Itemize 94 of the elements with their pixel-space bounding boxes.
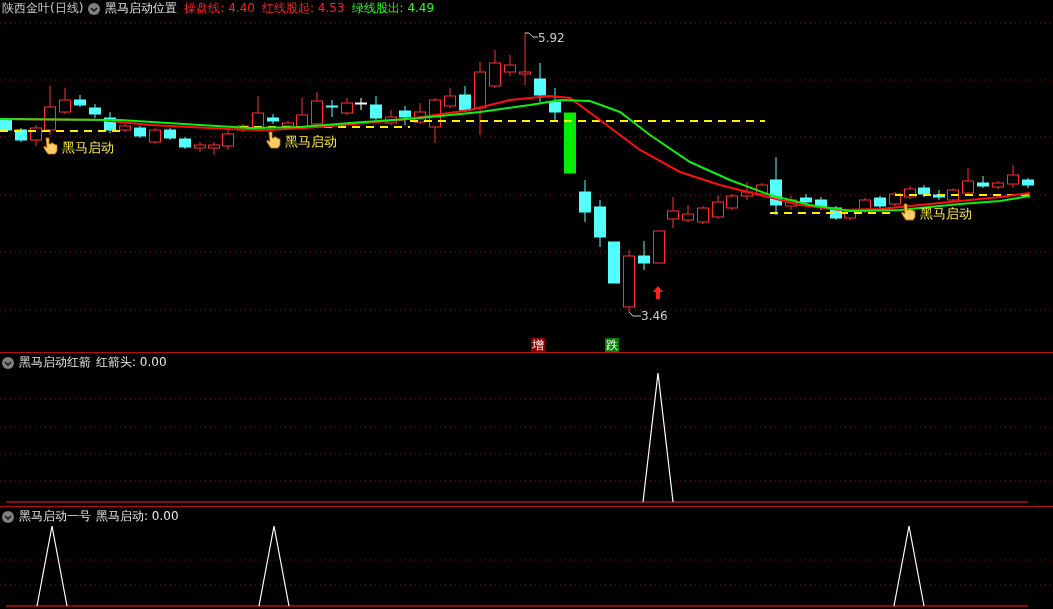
candlestick [459, 85, 471, 113]
pane-indicator-name: 黑马启动红箭 [19, 354, 91, 371]
leader-line [524, 32, 539, 38]
candlestick [756, 182, 768, 197]
candlestick [534, 62, 546, 103]
candlestick [208, 141, 220, 156]
signal-marker: 增 [531, 338, 545, 352]
candlestick [623, 249, 635, 313]
candlestick [311, 91, 323, 127]
candlestick [296, 97, 308, 131]
pane-reading: 黑马启动: 0.00 [96, 508, 179, 525]
indicator-reading: 红线股起: 4.53 [261, 0, 345, 17]
candlestick [608, 241, 620, 284]
candlestick [859, 197, 871, 214]
indicator-name: 黑马启动位置 [105, 0, 178, 17]
candlestick [179, 136, 191, 150]
candlestick [326, 99, 338, 118]
candlestick [770, 156, 782, 216]
candlestick [134, 125, 146, 139]
high-price-label: 5.92 [538, 31, 565, 45]
candlestick [282, 120, 294, 129]
candlestick [370, 95, 382, 121]
candlestick [489, 49, 501, 89]
indicator-reading: 绿线股出: 4.49 [351, 0, 435, 17]
dropdown-icon[interactable] [88, 2, 101, 15]
candlestick [44, 85, 56, 136]
candlestick [30, 124, 42, 147]
dropdown-icon[interactable] [2, 510, 14, 523]
pointing-hand-icon [266, 131, 281, 149]
candlestick [977, 175, 989, 189]
candlestick [741, 181, 753, 201]
candlestick [252, 95, 264, 133]
candlestick [104, 111, 116, 134]
candlestick [653, 230, 665, 264]
candlestick [904, 185, 916, 200]
candlestick [267, 113, 279, 125]
pointing-hand-icon [43, 137, 58, 155]
candlestick [697, 205, 709, 225]
candlestick [385, 109, 397, 126]
candlestick [399, 105, 411, 126]
dropdown-icon[interactable] [2, 356, 14, 369]
candlestick [355, 97, 367, 111]
candlestick [519, 32, 531, 86]
low-price-label: 3.46 [641, 309, 668, 323]
candlestick [222, 129, 234, 151]
candlestick [444, 87, 456, 109]
candlestick [682, 204, 694, 223]
pane-reading: 红箭头: 0.00 [96, 354, 167, 371]
candlestick [947, 187, 959, 203]
candlestick [59, 87, 71, 115]
candlestick [889, 191, 901, 207]
candlestick [74, 94, 86, 108]
signal-label: 黑马启动 [285, 134, 337, 149]
candlestick [712, 194, 724, 220]
signal-label: 黑马启动 [920, 206, 972, 221]
candlestick [0, 117, 12, 133]
candlestick [149, 127, 161, 145]
candlestick [194, 141, 206, 153]
candlestick [726, 193, 738, 211]
stock-name: 陕西金叶(日线) [2, 0, 84, 17]
candlestick [874, 195, 886, 209]
candlestick [830, 205, 842, 221]
candlestick [638, 240, 650, 271]
candlestick [414, 102, 426, 125]
candlestick [15, 127, 27, 143]
candlestick [341, 97, 353, 116]
leader-line [628, 311, 642, 317]
candlestick [549, 87, 561, 121]
candlestick [918, 184, 930, 198]
candlestick [119, 123, 131, 133]
candlestick [164, 127, 176, 141]
candlestick [579, 179, 591, 223]
candlestick [785, 195, 797, 211]
signal-marker: 跌 [605, 338, 619, 352]
pane-indicator-name: 黑马启动一号 [19, 508, 91, 525]
candlestick [933, 189, 945, 201]
indicator-reading: 操盘线: 4.40 [184, 0, 255, 17]
candlestick [594, 199, 606, 248]
candlestick [992, 180, 1004, 190]
candlestick [962, 167, 974, 196]
candlestick [1022, 177, 1034, 189]
pointing-hand-icon [901, 203, 916, 221]
candlestick [667, 196, 679, 229]
candlestick [504, 54, 516, 77]
candlestick [1007, 164, 1019, 189]
candlestick [429, 97, 441, 144]
candlestick [815, 196, 827, 211]
candlestick [800, 193, 812, 206]
candlestick [237, 123, 249, 133]
candlestick [564, 112, 576, 174]
candlestick [89, 103, 101, 119]
up-arrow-icon [653, 286, 663, 299]
candlestick [844, 208, 856, 221]
signal-label: 黑马启动 [62, 140, 114, 155]
